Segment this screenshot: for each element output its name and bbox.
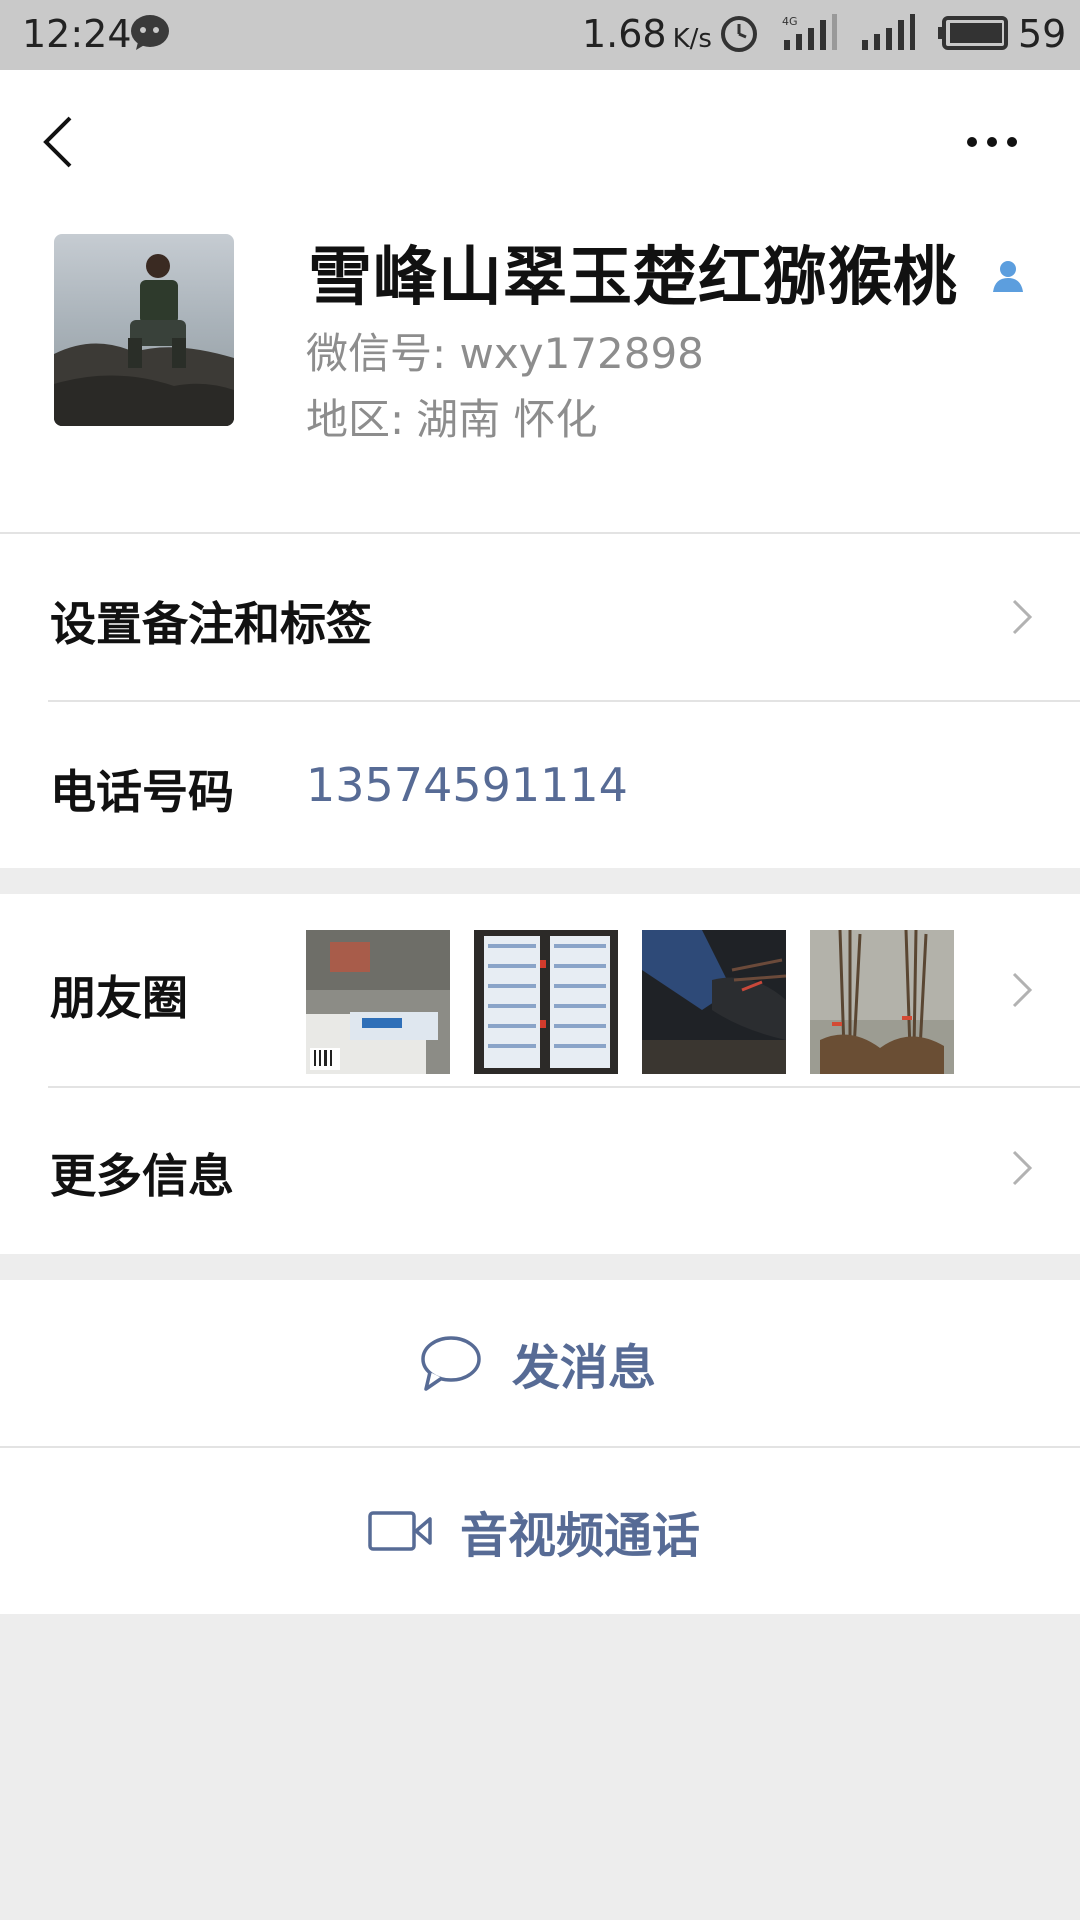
send-message-content: 发消息	[420, 1280, 656, 1446]
more-info-label: 更多信息	[50, 1149, 234, 1203]
remark-label: 设置备注和标签	[50, 597, 372, 651]
moments-thumbnail	[474, 930, 618, 1074]
contact-person-icon	[993, 261, 1023, 292]
phone-number-link[interactable]: 13574591114	[306, 758, 628, 812]
video-call-label: 音视频通话	[460, 1508, 701, 1564]
network-speed: 1.68 K/s	[582, 12, 712, 56]
region: 地区: 湖南 怀化	[306, 386, 598, 447]
wechat-notification-icon	[131, 15, 169, 50]
video-call-content: 音视频通话	[368, 1448, 700, 1614]
back-icon[interactable]	[38, 112, 78, 172]
chevron-right-icon	[1012, 972, 1033, 1008]
avatar[interactable]	[54, 234, 234, 426]
phone-label: 电话号码	[50, 765, 234, 819]
profile-header: 雪峰山翠玉楚红猕猴桃 微信号: wxy172898 地区: 湖南 怀化	[0, 70, 1080, 534]
network-speed-unit: K/s	[672, 24, 712, 54]
chevron-right-icon	[1012, 599, 1033, 635]
remark-row[interactable]: 设置备注和标签	[0, 534, 1080, 700]
region-value: 湖南 怀化	[416, 395, 598, 444]
info-section: 设置备注和标签 电话号码 13574591114	[0, 534, 1080, 868]
wechat-id: 微信号: wxy172898	[306, 329, 704, 378]
video-call-button[interactable]: 音视频通话	[0, 1448, 1080, 1614]
status-bar: 12:24 1.68 K/s 4G 59	[0, 0, 1080, 70]
region-label: 地区:	[306, 395, 405, 444]
moments-thumbnail	[306, 930, 450, 1074]
more-dots-icon[interactable]	[962, 130, 1022, 154]
signal-bars-icon	[862, 14, 915, 50]
chat-bubble-icon	[421, 1336, 481, 1391]
status-time: 12:24	[22, 12, 132, 56]
moments-label: 朋友圈	[50, 971, 188, 1025]
more-info-row[interactable]: 更多信息	[0, 1088, 1080, 1254]
network-type-label: 4G	[782, 15, 798, 28]
contact-name: 雪峰山翠玉楚红猕猴桃	[308, 241, 958, 315]
send-message-button[interactable]: 发消息	[0, 1280, 1080, 1446]
battery-level: 59	[1018, 12, 1067, 56]
moments-thumbnail	[810, 930, 954, 1074]
contact-profile-screen: 12:24 1.68 K/s 4G 59 雪峰山翠玉楚红猕猴桃 微信号: wxy…	[0, 0, 1080, 1920]
battery-icon	[938, 16, 1008, 50]
moments-thumbnail	[642, 930, 786, 1074]
video-camera-icon	[368, 1511, 432, 1551]
moments-row[interactable]: 朋友圈	[0, 894, 1080, 1086]
chevron-right-icon	[1012, 1150, 1033, 1186]
social-section: 朋友圈 更多信息	[0, 894, 1080, 1254]
phone-row: 电话号码 13574591114	[0, 702, 1080, 868]
send-message-label: 发消息	[512, 1340, 657, 1396]
signal-4g-icon: 4G	[782, 14, 837, 50]
alarm-clock-icon	[721, 16, 757, 52]
